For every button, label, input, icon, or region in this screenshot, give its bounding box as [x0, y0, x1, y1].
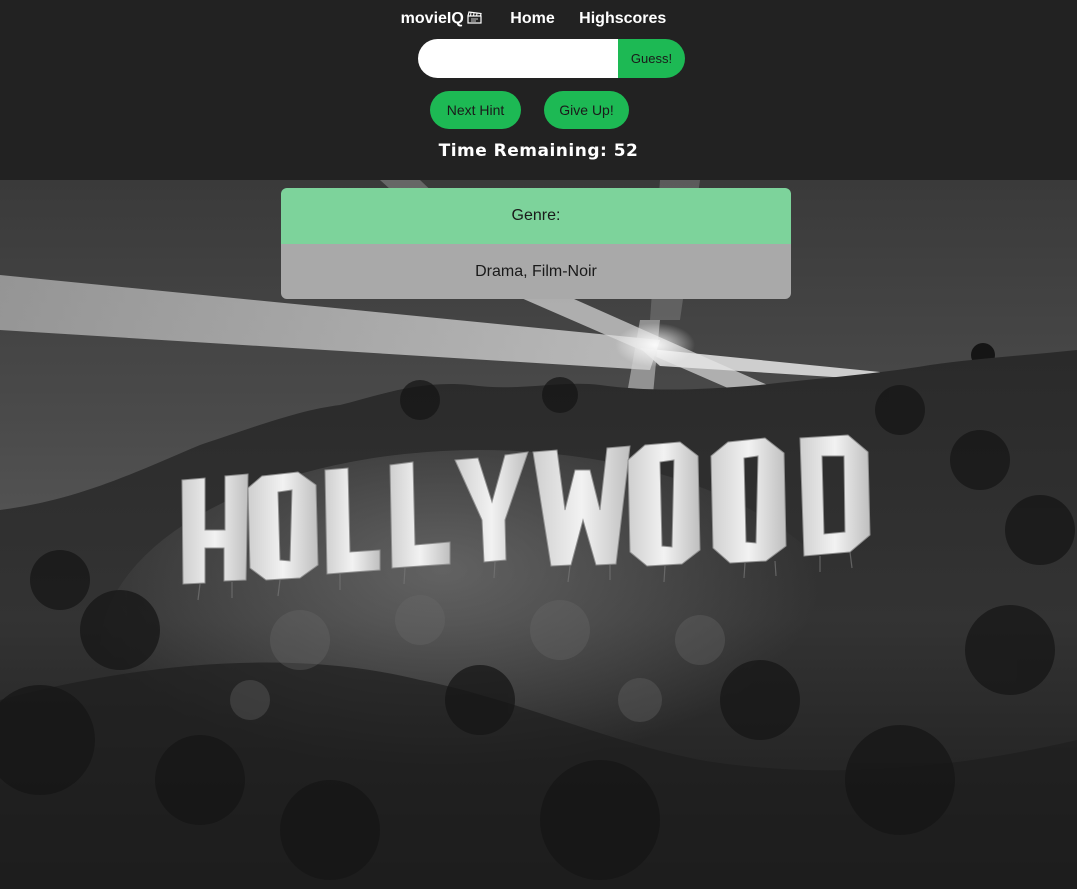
- give-up-button[interactable]: Give Up!: [544, 91, 629, 129]
- time-remaining: Time Remaining: 52: [438, 141, 639, 161]
- next-hint-button[interactable]: Next Hint: [430, 91, 521, 129]
- nav-highscores-link[interactable]: Highscores: [579, 8, 666, 30]
- hint-card: Genre: Drama, Film-Noir: [281, 188, 791, 299]
- clapperboard-icon: [467, 9, 482, 24]
- hint-value: Drama, Film-Noir: [281, 244, 791, 299]
- guess-button[interactable]: Guess!: [618, 39, 685, 78]
- nav-home-link[interactable]: Home: [510, 8, 554, 30]
- guess-input[interactable]: [418, 39, 618, 78]
- brand-name: movieIQ: [400, 10, 464, 27]
- navbar: movieIQ Home Highscores: [0, 8, 1077, 30]
- guess-form: Guess!: [418, 39, 685, 78]
- brand-link[interactable]: movieIQ: [401, 8, 482, 30]
- hint-label: Genre:: [281, 188, 791, 244]
- top-bar: movieIQ Home Highscores Guess! Next Hint…: [0, 0, 1077, 180]
